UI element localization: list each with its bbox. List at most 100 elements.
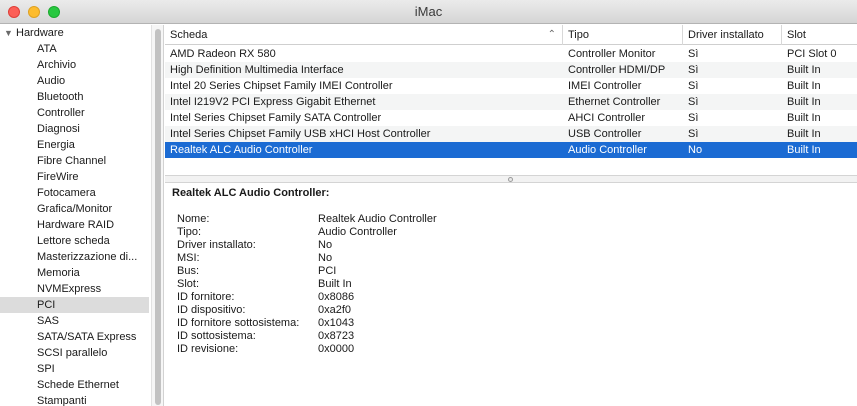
cell-driver: No [688, 144, 703, 156]
sidebar-item[interactable]: FireWire [0, 169, 149, 185]
pane-splitter[interactable] [165, 175, 857, 183]
column-header-type[interactable]: Tipo [563, 25, 683, 45]
property-value: Realtek Audio Controller [318, 213, 437, 225]
cell-driver: Sì [688, 96, 699, 108]
cell-driver: Sì [688, 112, 699, 124]
property-row: Tipo: Audio Controller [177, 226, 577, 239]
property-list: Nome: Realtek Audio Controller Tipo: Audio … [177, 213, 577, 356]
sidebar-item[interactable]: Hardware RAID [0, 217, 149, 233]
sidebar-group-label: Hardware [16, 27, 64, 39]
cell-name: Intel 20 Series Chipset Family IMEI Cont… [170, 80, 393, 92]
table-row[interactable]: AMD Radeon RX 580 Controller Monitor Sì PCI… [165, 46, 857, 62]
sidebar-item[interactable]: ATA [0, 41, 149, 57]
property-value: 0x8723 [318, 330, 355, 342]
sidebar-item[interactable]: Fotocamera [0, 185, 149, 201]
sidebar-item[interactable]: Stampanti [0, 393, 149, 406]
sidebar-group-hardware[interactable]: ▼ Hardware [0, 25, 151, 41]
cell-type: Controller Monitor [568, 48, 656, 60]
table-row[interactable]: High Definition Multimedia Interface Cont… [165, 62, 857, 78]
main-pane: Scheda ⌃ Tipo Driver installato Slot AMD… [165, 25, 857, 406]
cell-type: AHCI Controller [568, 112, 646, 124]
sidebar-item[interactable]: Schede Ethernet [0, 377, 149, 393]
cell-type: IMEI Controller [568, 80, 642, 92]
sidebar-item[interactable]: Controller [0, 105, 149, 121]
detail-pane: Realtek ALC Audio Controller: Nome: Realt… [165, 183, 857, 406]
sidebar-item[interactable]: Diagnosi [0, 121, 149, 137]
property-label: Tipo: [177, 226, 202, 238]
sidebar-item[interactable]: Energia [0, 137, 149, 153]
sidebar-item[interactable]: SPI [0, 361, 149, 377]
cell-driver: Sì [688, 80, 699, 92]
property-row: Slot: Built In [177, 278, 577, 291]
property-value: PCI [318, 265, 337, 277]
column-header-name[interactable]: Scheda ⌃ [165, 25, 563, 45]
sidebar-item[interactable]: SAS [0, 313, 149, 329]
property-row: Driver installato: No [177, 239, 577, 252]
window-title: iMac [414, 4, 443, 19]
sort-ascending-icon: ⌃ [547, 29, 556, 40]
property-value: 0x8086 [318, 291, 355, 303]
column-header-name-label: Scheda [170, 29, 208, 41]
cell-slot: Built In [787, 128, 821, 140]
cell-name: Realtek ALC Audio Controller [170, 144, 313, 156]
table-row[interactable]: Intel Series Chipset Family USB xHCI Hos… [165, 126, 857, 142]
sidebar-item[interactable]: Memoria [0, 265, 149, 281]
sidebar-item[interactable]: Masterizzazione di... [0, 249, 149, 265]
property-row: ID fornitore sottosistema: 0x1043 [177, 317, 577, 330]
cell-slot: Built In [787, 144, 821, 156]
cell-type: USB Controller [568, 128, 642, 140]
device-table: AMD Radeon RX 580 Controller Monitor Sì PCI… [165, 46, 857, 158]
property-row: ID dispositivo: 0xa2f0 [177, 304, 577, 317]
splitter-handle-icon[interactable] [508, 177, 513, 182]
sidebar-item[interactable]: SCSI parallelo [0, 345, 149, 361]
property-label: ID fornitore: [177, 291, 235, 303]
column-header-slot[interactable]: Slot [782, 25, 857, 45]
property-label: Driver installato: [177, 239, 256, 251]
cell-slot: Built In [787, 80, 821, 92]
sidebar-item[interactable]: Audio [0, 73, 149, 89]
cell-slot: Built In [787, 96, 821, 108]
property-value: 0x0000 [318, 343, 355, 355]
sidebar-scrollbar[interactable] [151, 25, 164, 406]
property-label: ID fornitore sottosistema: [177, 317, 300, 329]
table-header: Scheda ⌃ Tipo Driver installato Slot [165, 25, 857, 45]
cell-driver: Sì [688, 48, 699, 60]
column-header-driver[interactable]: Driver installato [683, 25, 782, 45]
sidebar-item[interactable]: Lettore scheda [0, 233, 149, 249]
cell-name: Intel Series Chipset Family SATA Control… [170, 112, 382, 124]
cell-slot: PCI Slot 0 [787, 48, 837, 60]
sidebar-item-list: ATA Archivio Audio Bluetooth Controller Diagn… [0, 41, 151, 406]
cell-name: Intel I219V2 PCI Express Gigabit Etherne… [170, 96, 376, 108]
property-row: ID revisione: 0x0000 [177, 343, 577, 356]
property-value: Built In [318, 278, 352, 290]
property-label: Slot: [177, 278, 200, 290]
cell-driver: Sì [688, 128, 699, 140]
sidebar-item[interactable]: Archivio [0, 57, 149, 73]
sidebar-item[interactable]: NVMExpress [0, 281, 149, 297]
table-row[interactable]: Intel 20 Series Chipset Family IMEI Cont… [165, 78, 857, 94]
cell-type: Controller HDMI/DP [568, 64, 666, 76]
property-label: Bus: [177, 265, 200, 277]
property-label: ID sottosistema: [177, 330, 256, 342]
property-value: 0xa2f0 [318, 304, 352, 316]
disclosure-triangle-icon[interactable]: ▼ [4, 25, 16, 41]
table-row[interactable]: Intel Series Chipset Family SATA Control… [165, 110, 857, 126]
cell-type: Audio Controller [568, 144, 647, 156]
property-label: MSI: [177, 252, 200, 264]
property-row: Nome: Realtek Audio Controller [177, 213, 577, 226]
sidebar-item[interactable]: SATA/SATA Express [0, 329, 149, 345]
sidebar: ▼ Hardware ATA Archivio Audio Bluetooth Contr… [0, 25, 151, 406]
sidebar-item[interactable]: PCI [0, 297, 149, 313]
table-row[interactable]: Realtek ALC Audio Controller Audio Contro… [165, 142, 857, 158]
property-row: Bus: PCI [177, 265, 577, 278]
table-row[interactable]: Intel I219V2 PCI Express Gigabit Etherne… [165, 94, 857, 110]
sidebar-item[interactable]: Grafica/Monitor [0, 201, 149, 217]
sidebar-scrollbar-thumb[interactable] [155, 29, 161, 405]
property-row: ID sottosistema: 0x8723 [177, 330, 577, 343]
cell-type: Ethernet Controller [568, 96, 661, 108]
property-value: No [318, 239, 333, 251]
sidebar-item[interactable]: Fibre Channel [0, 153, 149, 169]
cell-driver: Sì [688, 64, 699, 76]
sidebar-item[interactable]: Bluetooth [0, 89, 149, 105]
title-bar: iMac [0, 0, 857, 24]
